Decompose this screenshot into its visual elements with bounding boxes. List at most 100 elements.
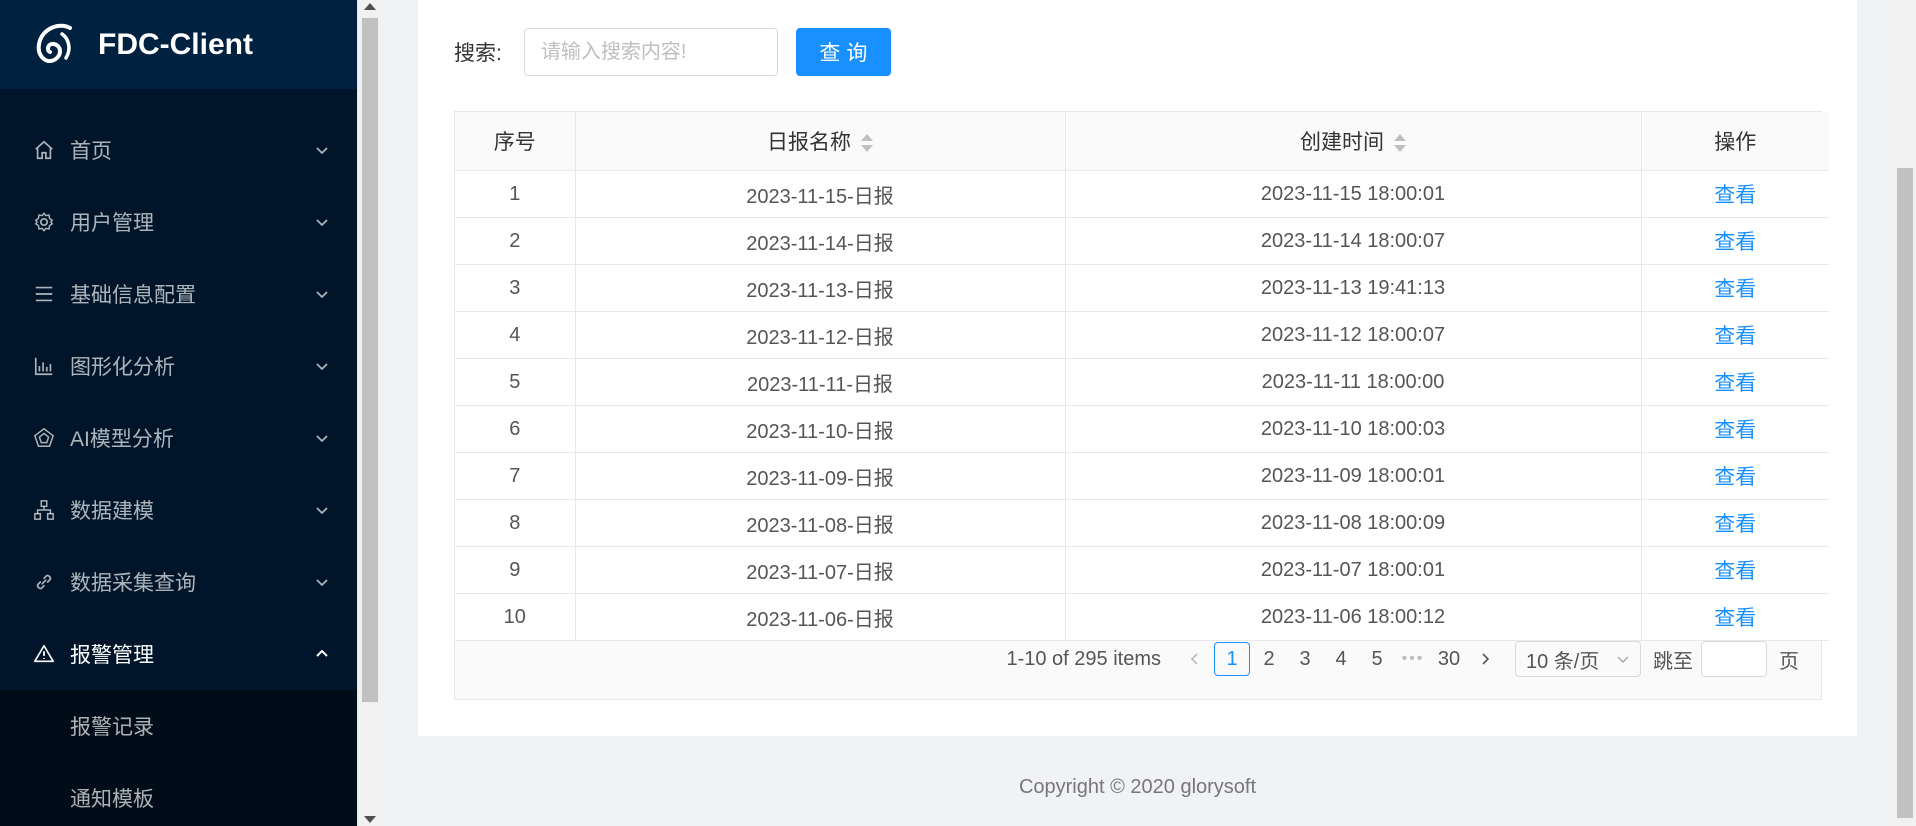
chevron-down-icon bbox=[315, 431, 329, 445]
table-cell: 9 bbox=[455, 546, 576, 594]
sidebar-item-label: 基础信息配置 bbox=[70, 284, 196, 307]
table-cell: 查看 bbox=[1641, 499, 1829, 547]
table-row: 5 2023-11-11-日报 2023-11-11 18:00:00 查看 bbox=[455, 358, 1829, 406]
page-ellipsis[interactable]: ••• bbox=[1396, 642, 1430, 676]
view-link[interactable]: 查看 bbox=[1714, 278, 1756, 301]
table-cell: 10 bbox=[455, 593, 576, 641]
sidebar-item-data-modeling[interactable]: 数据建模 bbox=[0, 474, 357, 546]
page-scrollbar[interactable] bbox=[1894, 0, 1916, 826]
view-link[interactable]: 查看 bbox=[1714, 560, 1756, 583]
page-last[interactable]: 30 bbox=[1432, 642, 1466, 676]
table-cell: 查看 bbox=[1641, 170, 1829, 218]
chevron-down-icon bbox=[315, 287, 329, 301]
cell-no: 5 bbox=[509, 370, 521, 393]
table-cell: 8 bbox=[455, 499, 576, 547]
table-cell: 2023-11-06-日报 bbox=[575, 593, 1066, 641]
table-cell: 4 bbox=[455, 311, 576, 359]
search-input[interactable] bbox=[523, 28, 778, 76]
view-link[interactable]: 查看 bbox=[1714, 231, 1756, 254]
table-cell: 查看 bbox=[1641, 358, 1829, 406]
scrollbar-thumb[interactable] bbox=[362, 18, 378, 702]
page-2[interactable]: 2 bbox=[1252, 642, 1286, 676]
next-page-icon[interactable] bbox=[1468, 642, 1502, 676]
table-cell: 2023-11-08-日报 bbox=[575, 499, 1066, 547]
page-3[interactable]: 3 bbox=[1288, 642, 1322, 676]
table-cell: 查看 bbox=[1641, 217, 1829, 265]
sidebar-subitem-notification-template[interactable]: 通知模板 bbox=[0, 762, 357, 826]
cell-create-time: 2023-11-10 18:00:03 bbox=[1260, 417, 1446, 440]
table-row: 8 2023-11-08-日报 2023-11-08 18:00:09 查看 bbox=[455, 499, 1829, 547]
column-header-time[interactable]: 创建时间 bbox=[1065, 112, 1642, 171]
cell-create-time: 2023-11-15 18:00:01 bbox=[1260, 182, 1446, 205]
table-row: 3 2023-11-13-日报 2023-11-13 19:41:13 查看 bbox=[455, 264, 1829, 312]
table-cell: 2023-11-10 18:00:03 bbox=[1065, 405, 1642, 453]
table-cell: 2023-11-10-日报 bbox=[575, 405, 1066, 453]
cell-no: 8 bbox=[509, 511, 521, 534]
chevron-down-icon bbox=[315, 215, 329, 229]
cell-report-name: 2023-11-11-日报 bbox=[747, 373, 893, 396]
cell-report-name: 2023-11-10-日报 bbox=[746, 420, 894, 443]
gear-icon bbox=[33, 211, 55, 233]
jump-page-input[interactable] bbox=[1701, 641, 1767, 677]
home-icon bbox=[33, 139, 55, 161]
logo-bar[interactable]: FDC-Client bbox=[0, 0, 357, 89]
view-link[interactable]: 查看 bbox=[1714, 466, 1756, 489]
sort-icon[interactable] bbox=[861, 134, 873, 153]
cell-report-name: 2023-11-06-日报 bbox=[746, 608, 894, 631]
cell-no: 7 bbox=[509, 464, 521, 487]
sidebar-item-alarm-management[interactable]: 报警管理 bbox=[0, 618, 357, 690]
table-row: 10 2023-11-06-日报 2023-11-06 18:00:12 查看 bbox=[455, 593, 1829, 641]
cell-report-name: 2023-11-13-日报 bbox=[746, 279, 894, 302]
view-link[interactable]: 查看 bbox=[1714, 607, 1756, 630]
table-cell: 查看 bbox=[1641, 264, 1829, 312]
page-size-select[interactable]: 10 条/页 bbox=[1515, 641, 1641, 677]
table-cell: 查看 bbox=[1641, 405, 1829, 453]
query-button[interactable]: 查询 bbox=[795, 28, 891, 76]
table-cell: 7 bbox=[455, 452, 576, 500]
view-link[interactable]: 查看 bbox=[1714, 325, 1756, 348]
sidebar-item-ai-model[interactable]: AI模型分析 bbox=[0, 402, 357, 474]
view-link[interactable]: 查看 bbox=[1714, 419, 1756, 442]
table-cell: 1 bbox=[455, 170, 576, 218]
sidebar-item-base-config[interactable]: 基础信息配置 bbox=[0, 258, 357, 330]
table-cell: 查看 bbox=[1641, 546, 1829, 594]
sidebar-item-graph-analysis[interactable]: 图形化分析 bbox=[0, 330, 357, 402]
sort-icon[interactable] bbox=[1394, 134, 1406, 153]
table-cell: 2023-11-14-日报 bbox=[575, 217, 1066, 265]
cell-report-name: 2023-11-12-日报 bbox=[746, 326, 894, 349]
scrollbar-thumb[interactable] bbox=[1897, 168, 1913, 818]
scroll-up-arrow-icon[interactable] bbox=[364, 3, 376, 10]
pagination: 1-10 of 295 items 1 2 3 4 5 ••• 30 10 条/… bbox=[1006, 641, 1799, 677]
view-link[interactable]: 查看 bbox=[1714, 184, 1756, 207]
page-4[interactable]: 4 bbox=[1324, 642, 1358, 676]
sidebar-item-data-collection[interactable]: 数据采集查询 bbox=[0, 546, 357, 618]
scroll-down-arrow-icon[interactable] bbox=[364, 816, 376, 823]
cell-no: 6 bbox=[509, 417, 521, 440]
jump-suffix: 页 bbox=[1779, 650, 1799, 673]
table-cell: 2023-11-07-日报 bbox=[575, 546, 1066, 594]
page-1[interactable]: 1 bbox=[1214, 642, 1250, 676]
sidebar-item-users[interactable]: 用户管理 bbox=[0, 186, 357, 258]
prev-page-icon[interactable] bbox=[1178, 642, 1212, 676]
sidebar-subitem-alarm-records[interactable]: 报警记录 bbox=[0, 690, 357, 762]
app-logo-icon bbox=[36, 23, 72, 63]
chevron-down-icon bbox=[315, 503, 329, 517]
sidebar-item-home[interactable]: 首页 bbox=[0, 114, 357, 186]
cell-no: 9 bbox=[509, 558, 521, 581]
cell-create-time: 2023-11-12 18:00:07 bbox=[1260, 323, 1446, 346]
view-link[interactable]: 查看 bbox=[1714, 372, 1756, 395]
sidebar-scrollbar[interactable] bbox=[357, 0, 381, 826]
content-card: 搜索: 查询 序号 日报名称 创建时间 操作 1 2023-11-15-日报 202… bbox=[418, 0, 1857, 736]
view-link[interactable]: 查看 bbox=[1714, 513, 1756, 536]
table-cell: 5 bbox=[455, 358, 576, 406]
page-5[interactable]: 5 bbox=[1360, 642, 1394, 676]
table-row: 6 2023-11-10-日报 2023-11-10 18:00:03 查看 bbox=[455, 405, 1829, 453]
cell-no: 1 bbox=[509, 182, 521, 205]
chevron-down-icon bbox=[1617, 656, 1629, 664]
column-header-name[interactable]: 日报名称 bbox=[575, 112, 1066, 171]
cell-create-time: 2023-11-13 19:41:13 bbox=[1260, 276, 1446, 299]
cell-no: 2 bbox=[509, 229, 521, 252]
cell-create-time: 2023-11-08 18:00:09 bbox=[1260, 511, 1446, 534]
column-header-action: 操作 bbox=[1641, 112, 1829, 171]
sidebar-item-label: 数据采集查询 bbox=[70, 572, 196, 595]
